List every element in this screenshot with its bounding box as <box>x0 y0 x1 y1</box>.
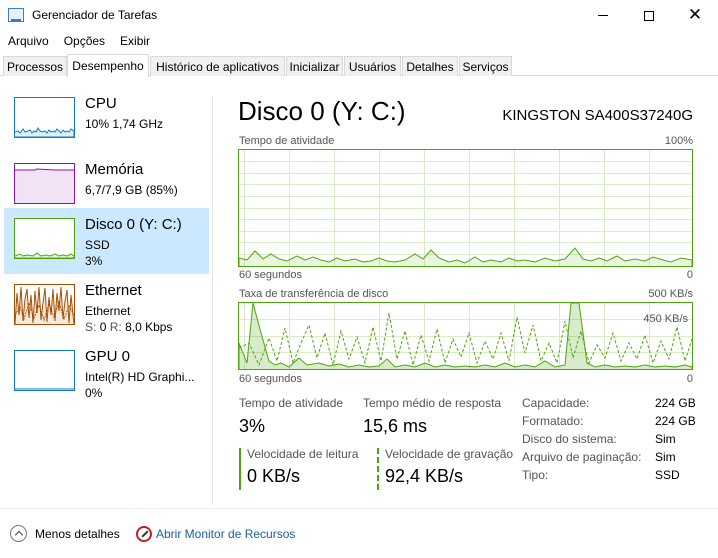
ethernet-adapter: Ethernet <box>85 304 131 318</box>
tab-historico[interactable]: Histórico de aplicativos <box>150 56 285 76</box>
transfer-graph-max: 500 KB/s <box>648 288 693 300</box>
transfer-graph-label: Taxa de transferência de disco <box>239 288 389 300</box>
resource-ethernet[interactable]: Ethernet Ethernet S: 0 R: 8,0 Kbps <box>4 274 209 340</box>
cpu-thumbnail <box>14 97 75 138</box>
open-resource-monitor-link[interactable]: Abrir Monitor de Recursos <box>156 527 295 541</box>
footer-bar: Menos detalhes Abrir Monitor de Recursos <box>0 508 718 558</box>
prop-type-value: SSD <box>655 468 680 482</box>
prop-capacity-key: Capacidade: <box>522 396 590 410</box>
write-speed-indicator <box>377 448 379 490</box>
resource-monitor-icon[interactable] <box>136 526 152 542</box>
memory-thumbnail <box>14 163 75 204</box>
disk-model: KINGSTON SA400S37240G <box>502 107 693 124</box>
cpu-name: CPU <box>85 95 117 112</box>
resource-cpu[interactable]: CPU 10% 1,74 GHz <box>4 87 209 153</box>
prop-pagefile-value: Sim <box>655 450 676 464</box>
menu-arquivo[interactable]: Arquivo <box>0 32 56 52</box>
chevron-up-icon[interactable] <box>10 525 27 542</box>
close-button[interactable]: ✕ <box>672 0 718 31</box>
response-time-value: 15,6 ms <box>363 416 428 436</box>
read-speed-value: 0 KB/s <box>247 466 301 486</box>
activity-graph-min: 0 <box>686 269 693 281</box>
tab-usuarios[interactable]: Usuários <box>344 56 401 76</box>
disk-detail-title: Disco 0 (Y: C:) <box>238 96 406 126</box>
prop-capacity-value: 224 GB <box>655 396 696 410</box>
transfer-graph-mid: 450 KB/s <box>643 313 688 325</box>
maximize-button[interactable] <box>626 0 672 31</box>
ethernet-recv-value: 8,0 Kbps <box>125 320 173 334</box>
ethernet-throughput: S: 0 R: 8,0 Kbps <box>85 320 172 334</box>
disk-usage: 3% <box>85 254 103 268</box>
ethernet-send-label: S: <box>85 320 97 334</box>
title-bar: Gerenciador de Tarefas ✕ <box>0 0 718 31</box>
transfer-graph-time: 60 segundos <box>239 373 302 385</box>
memory-usage: 6,7/7,9 GB (85%) <box>85 183 178 197</box>
activity-graph <box>238 149 693 267</box>
ethernet-recv-label: R: <box>109 320 122 334</box>
activity-graph-time: 60 segundos <box>239 269 302 281</box>
read-speed-label: Velocidade de leitura <box>247 447 359 461</box>
disk-name: Disco 0 (Y: C:) <box>85 216 182 233</box>
transfer-graph-min: 0 <box>686 373 693 385</box>
resource-disk[interactable]: Disco 0 (Y: C:) SSD 3% <box>4 208 209 274</box>
window-title: Gerenciador de Tarefas <box>32 8 158 22</box>
tab-processos[interactable]: Processos <box>3 56 67 76</box>
ethernet-thumbnail <box>14 284 75 325</box>
prop-system-disk-value: Sim <box>655 432 676 446</box>
minimize-button[interactable] <box>580 0 626 31</box>
ethernet-name: Ethernet <box>85 282 142 299</box>
active-time-label: Tempo de atividade <box>239 396 344 410</box>
minimize-icon <box>598 15 608 16</box>
gpu-name: GPU 0 <box>85 348 131 365</box>
memory-name: Memória <box>85 161 144 178</box>
write-speed-value: 92,4 KB/s <box>385 466 464 486</box>
activity-graph-max: 100% <box>664 135 693 147</box>
cpu-usage: 10% 1,74 GHz <box>85 117 164 131</box>
resource-gpu[interactable]: GPU 0 Intel(R) HD Graphi... 0% <box>4 340 209 406</box>
menu-bar: Arquivo Opções Exibir <box>0 32 157 52</box>
task-manager-icon <box>8 8 24 22</box>
tab-desempenho[interactable]: Desempenho <box>67 54 149 77</box>
active-time-value: 3% <box>239 416 266 436</box>
tab-strip: Processos Desempenho Histórico de aplica… <box>0 54 718 77</box>
read-speed-indicator <box>239 448 241 490</box>
tab-detalhes[interactable]: Detalhes <box>402 56 458 76</box>
close-icon: ✕ <box>687 5 703 25</box>
gpu-thumbnail <box>14 350 75 391</box>
prop-pagefile-key: Arquivo de paginação: <box>522 450 642 464</box>
prop-system-disk-key: Disco do sistema: <box>522 432 617 446</box>
disk-type: SSD <box>85 238 110 252</box>
prop-formatted-value: 224 GB <box>655 414 696 428</box>
response-time-label: Tempo médio de resposta <box>363 396 502 410</box>
prop-type-key: Tipo: <box>522 468 549 482</box>
less-details-button[interactable]: Menos detalhes <box>35 527 120 541</box>
panel-divider[interactable] <box>212 97 213 505</box>
menu-opcoes[interactable]: Opções <box>56 32 112 52</box>
menu-exibir[interactable]: Exibir <box>112 32 157 52</box>
disk-thumbnail <box>14 218 75 259</box>
resource-list: CPU 10% 1,74 GHz Memória 6,7/7,9 GB (85%… <box>0 77 212 505</box>
gpu-usage: 0% <box>85 386 103 400</box>
prop-formatted-key: Formatado: <box>522 414 584 428</box>
tab-servicos[interactable]: Serviços <box>459 56 512 76</box>
ethernet-send-value: 0 <box>99 320 107 334</box>
activity-graph-label: Tempo de atividade <box>239 135 335 147</box>
tab-inicializar[interactable]: Inicializar <box>286 56 343 76</box>
gpu-model: Intel(R) HD Graphi... <box>85 370 195 384</box>
write-speed-label: Velocidade de gravação <box>385 447 514 461</box>
maximize-icon <box>644 10 654 21</box>
